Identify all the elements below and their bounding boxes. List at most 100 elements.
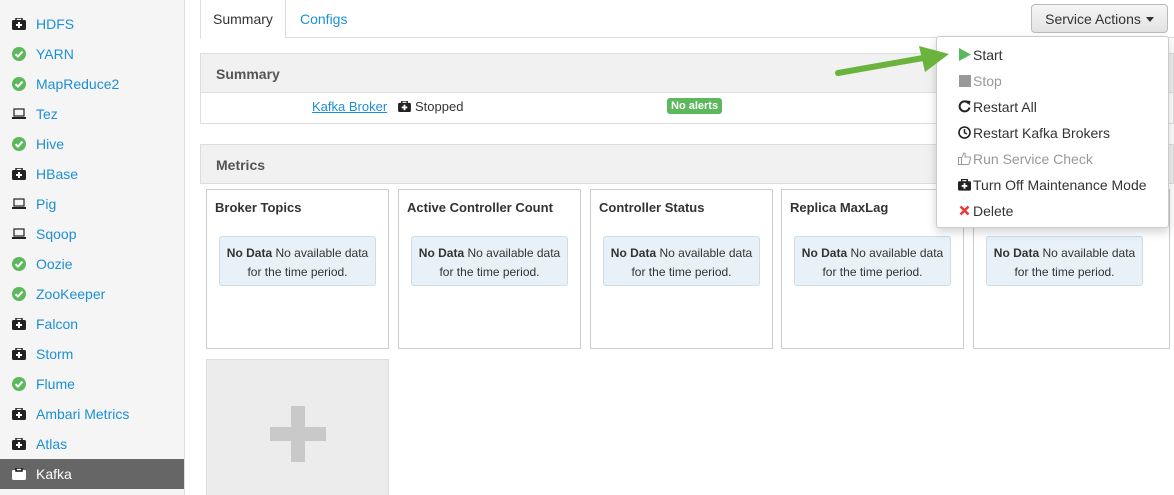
laptop-icon — [12, 197, 26, 211]
sidebar-item-label: HBase — [36, 166, 79, 182]
check-circle-icon — [12, 137, 26, 151]
metric-widget-active-controller-count[interactable]: Active Controller Count No Data No avail… — [398, 189, 581, 349]
sidebar-item-label: YARN — [36, 46, 74, 62]
no-data-message: No Data No available data for the time p… — [411, 236, 568, 286]
laptop-icon — [12, 227, 26, 241]
menu-item-start[interactable]: Start — [937, 42, 1168, 68]
no-data-label: No Data — [801, 246, 848, 260]
sidebar-item-storm[interactable]: Storm — [0, 339, 184, 369]
no-data-label: No Data — [418, 246, 465, 260]
sidebar-item-label: Tez — [36, 106, 58, 122]
menu-item-run-service-check[interactable]: Run Service Check — [937, 146, 1168, 172]
add-widget-button[interactable] — [206, 359, 389, 495]
sidebar-item-label: MapReduce2 — [36, 76, 120, 92]
sidebar-item-label: Kafka — [36, 466, 72, 482]
widget-title: Broker Topics — [215, 200, 302, 215]
menu-item-restart-all[interactable]: Restart All — [937, 94, 1168, 120]
sidebar-item-hdfs[interactable]: HDFS — [0, 9, 184, 39]
alerts-badge[interactable]: No alerts — [667, 98, 723, 114]
no-data-message: No Data No available data for the time p… — [794, 236, 951, 286]
sidebar-item-label: HDFS — [36, 16, 75, 32]
no-data-message: No Data No available data for the time p… — [603, 236, 760, 286]
status-text: Stopped — [415, 99, 464, 114]
service-tabs: Summary Configs — [200, 0, 1174, 39]
sidebar-item-label: Flume — [36, 376, 75, 392]
tab-summary[interactable]: Summary — [200, 0, 286, 39]
menu-item-label: Restart Kafka Brokers — [973, 125, 1110, 141]
sidebar-item-label: Hive — [36, 136, 65, 152]
menu-item-label: Start — [973, 47, 1003, 63]
maintenance-icon — [12, 317, 26, 331]
no-data-label: No Data — [610, 246, 657, 260]
menu-item-label: Run Service Check — [973, 151, 1093, 167]
sidebar-item-zookeeper[interactable]: ZooKeeper — [0, 279, 184, 309]
sidebar-item-mapreduce2[interactable]: MapReduce2 — [0, 69, 184, 99]
widget-title: Controller Status — [599, 200, 705, 215]
widget-title: Replica MaxLag — [790, 200, 889, 215]
sidebar-item-yarn[interactable]: YARN — [0, 39, 184, 69]
menu-item-label: Delete — [973, 203, 1014, 219]
maintenance-icon — [12, 17, 26, 31]
sidebar-item-ambari-metrics[interactable]: Ambari Metrics — [0, 399, 184, 429]
sidebar-item-hbase[interactable]: HBase — [0, 159, 184, 189]
menu-item-delete[interactable]: Delete — [937, 198, 1168, 224]
service-actions-menu: Start Stop Restart All Restart Kafka Bro… — [936, 36, 1169, 228]
sidebar-item-atlas[interactable]: Atlas — [0, 429, 184, 459]
close-icon — [958, 204, 971, 217]
maintenance-icon — [12, 437, 26, 451]
no-data-message: No Data No available data for the time p… — [219, 236, 376, 286]
sidebar-item-flume[interactable]: Flume — [0, 369, 184, 399]
sidebar-item-kafka[interactable]: Kafka — [0, 459, 184, 489]
sidebar-item-oozie[interactable]: Oozie — [0, 249, 184, 279]
sidebar-item-label: Atlas — [36, 436, 68, 452]
stop-icon — [958, 74, 971, 87]
service-actions-button[interactable]: Service Actions — [1031, 4, 1168, 33]
sidebar-item-label: Sqoop — [36, 226, 77, 242]
service-actions-label: Service Actions — [1045, 10, 1141, 27]
annotation-arrow-icon — [835, 46, 949, 76]
menu-item-restart-kafka-brokers[interactable]: Restart Kafka Brokers — [937, 120, 1168, 146]
menu-item-stop[interactable]: Stop — [937, 68, 1168, 94]
check-circle-icon — [12, 47, 26, 61]
sidebar-item-falcon[interactable]: Falcon — [0, 309, 184, 339]
component-status: Stopped — [398, 99, 463, 114]
play-icon — [958, 48, 971, 61]
menu-item-turn-off-maintenance-mode[interactable]: Turn Off Maintenance Mode — [937, 172, 1168, 198]
sidebar-item-pig[interactable]: Pig — [0, 189, 184, 219]
sidebar-item-label: Falcon — [36, 316, 79, 332]
service-sidebar: HDFS YARN MapReduce2 Tez Hive HBase Pig … — [0, 0, 185, 495]
maintenance-icon — [12, 407, 26, 421]
sidebar-item-label: ZooKeeper — [36, 286, 106, 302]
kafka-broker-link[interactable]: Kafka Broker — [312, 99, 387, 114]
metric-widget-controller-status[interactable]: Controller Status No Data No available d… — [590, 189, 773, 349]
sidebar-item-label: Pig — [36, 196, 57, 212]
clock-icon — [958, 126, 971, 139]
menu-item-label: Stop — [973, 73, 1002, 89]
widget-title: Active Controller Count — [407, 200, 553, 215]
maintenance-icon — [398, 101, 411, 112]
menu-item-label: Restart All — [973, 99, 1037, 115]
caret-down-icon — [1145, 16, 1154, 22]
no-data-label: No Data — [993, 246, 1040, 260]
thumbs-up-icon — [958, 152, 971, 165]
tab-configs[interactable]: Configs — [288, 0, 359, 39]
maintenance-icon — [12, 167, 26, 181]
maintenance-icon — [12, 467, 26, 481]
plus-icon-bar — [270, 427, 326, 441]
menu-item-label: Turn Off Maintenance Mode — [973, 177, 1147, 193]
sidebar-item-label: Ambari Metrics — [36, 406, 130, 422]
laptop-icon — [12, 107, 26, 121]
sidebar-item-label: Storm — [36, 346, 74, 362]
maintenance-icon — [958, 178, 971, 191]
sidebar-item-sqoop[interactable]: Sqoop — [0, 219, 184, 249]
check-circle-icon — [12, 287, 26, 301]
no-data-label: No Data — [226, 246, 273, 260]
sidebar-item-label: Oozie — [36, 256, 73, 272]
sidebar-item-tez[interactable]: Tez — [0, 99, 184, 129]
refresh-icon — [958, 100, 971, 113]
check-circle-icon — [12, 77, 26, 91]
maintenance-icon — [12, 347, 26, 361]
sidebar-item-hive[interactable]: Hive — [0, 129, 184, 159]
metric-widget-broker-topics[interactable]: Broker Topics No Data No available data … — [206, 189, 389, 349]
no-data-message: No Data No available data for the time p… — [986, 236, 1143, 286]
